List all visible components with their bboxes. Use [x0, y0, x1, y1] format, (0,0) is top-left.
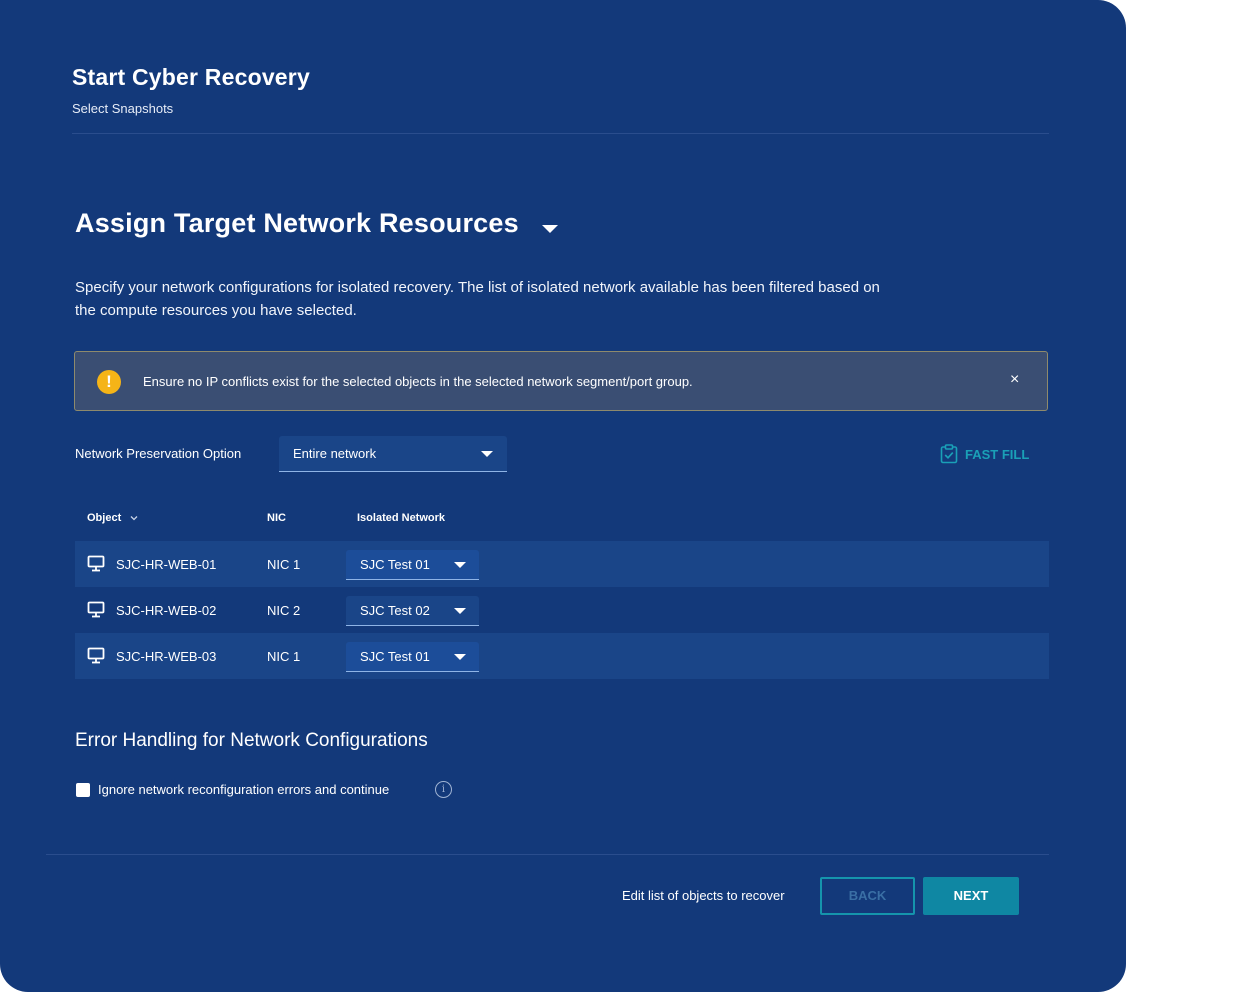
table-row: SJC-HR-WEB-02 NIC 2 SJC Test 02 [75, 587, 1049, 633]
section-title: Assign Target Network Resources [75, 208, 519, 238]
isolated-network-value: SJC Test 02 [360, 603, 430, 618]
ignore-errors-label[interactable]: Ignore network reconfiguration errors an… [98, 782, 389, 797]
wizard-step-subtitle: Select Snapshots [72, 101, 174, 116]
monitor-icon [87, 555, 105, 572]
preservation-option-value: Entire network [293, 446, 377, 461]
object-name: SJC-HR-WEB-03 [116, 649, 217, 664]
header-divider [72, 133, 1049, 134]
object-name: SJC-HR-WEB-02 [116, 603, 217, 618]
object-name: SJC-HR-WEB-01 [116, 557, 217, 572]
wizard-title: Start Cyber Recovery [72, 64, 310, 90]
table-row: SJC-HR-WEB-03 NIC 1 SJC Test 01 [75, 633, 1049, 679]
section-description: Specify your network configurations for … [75, 279, 880, 319]
close-icon[interactable]: × [1010, 371, 1019, 389]
nic-value: NIC 1 [267, 557, 301, 572]
column-header-object[interactable]: Object [87, 512, 138, 524]
isolated-network-value: SJC Test 01 [360, 557, 430, 572]
clipboard-check-icon [940, 444, 958, 464]
preservation-option-label: Network Preservation Option [75, 446, 242, 461]
chevron-down-icon [454, 654, 466, 660]
warning-icon: ! [97, 370, 121, 394]
sort-chevron-down-icon [130, 516, 138, 521]
nic-value: NIC 1 [267, 649, 301, 664]
isolated-network-select[interactable]: SJC Test 02 [346, 596, 479, 626]
chevron-down-icon [454, 608, 466, 614]
chevron-down-icon [454, 562, 466, 568]
column-header-nic: NIC [267, 512, 286, 524]
edit-objects-link[interactable]: Edit list of objects to recover [622, 888, 785, 903]
column-header-object-label: Object [87, 512, 122, 524]
nic-value: NIC 2 [267, 603, 301, 618]
next-button[interactable]: NEXT [923, 877, 1019, 915]
isolated-network-value: SJC Test 01 [360, 649, 430, 664]
column-header-isolated-network: Isolated Network [357, 512, 446, 524]
recovery-wizard-panel: Start Cyber Recovery Select Snapshots As… [0, 0, 1126, 992]
back-button[interactable]: BACK [820, 877, 915, 915]
preservation-option-select[interactable]: Entire network [279, 436, 507, 472]
monitor-icon [87, 601, 105, 618]
chevron-down-icon [481, 451, 493, 457]
monitor-icon [87, 647, 105, 664]
ip-conflict-warning-banner: ! Ensure no IP conflicts exist for the s… [74, 351, 1048, 411]
section-collapse-caret-icon[interactable] [542, 225, 558, 233]
warning-message: Ensure no IP conflicts exist for the sel… [143, 374, 693, 389]
footer-divider [46, 854, 1049, 855]
fast-fill-label: FAST FILL [965, 447, 1030, 462]
info-icon[interactable]: i [435, 781, 452, 798]
table-row: SJC-HR-WEB-01 NIC 1 SJC Test 01 [75, 541, 1049, 587]
error-handling-title: Error Handling for Network Configuration… [75, 730, 428, 751]
isolated-network-select[interactable]: SJC Test 01 [346, 642, 479, 672]
isolated-network-select[interactable]: SJC Test 01 [346, 550, 479, 580]
ignore-errors-checkbox[interactable] [76, 783, 90, 797]
